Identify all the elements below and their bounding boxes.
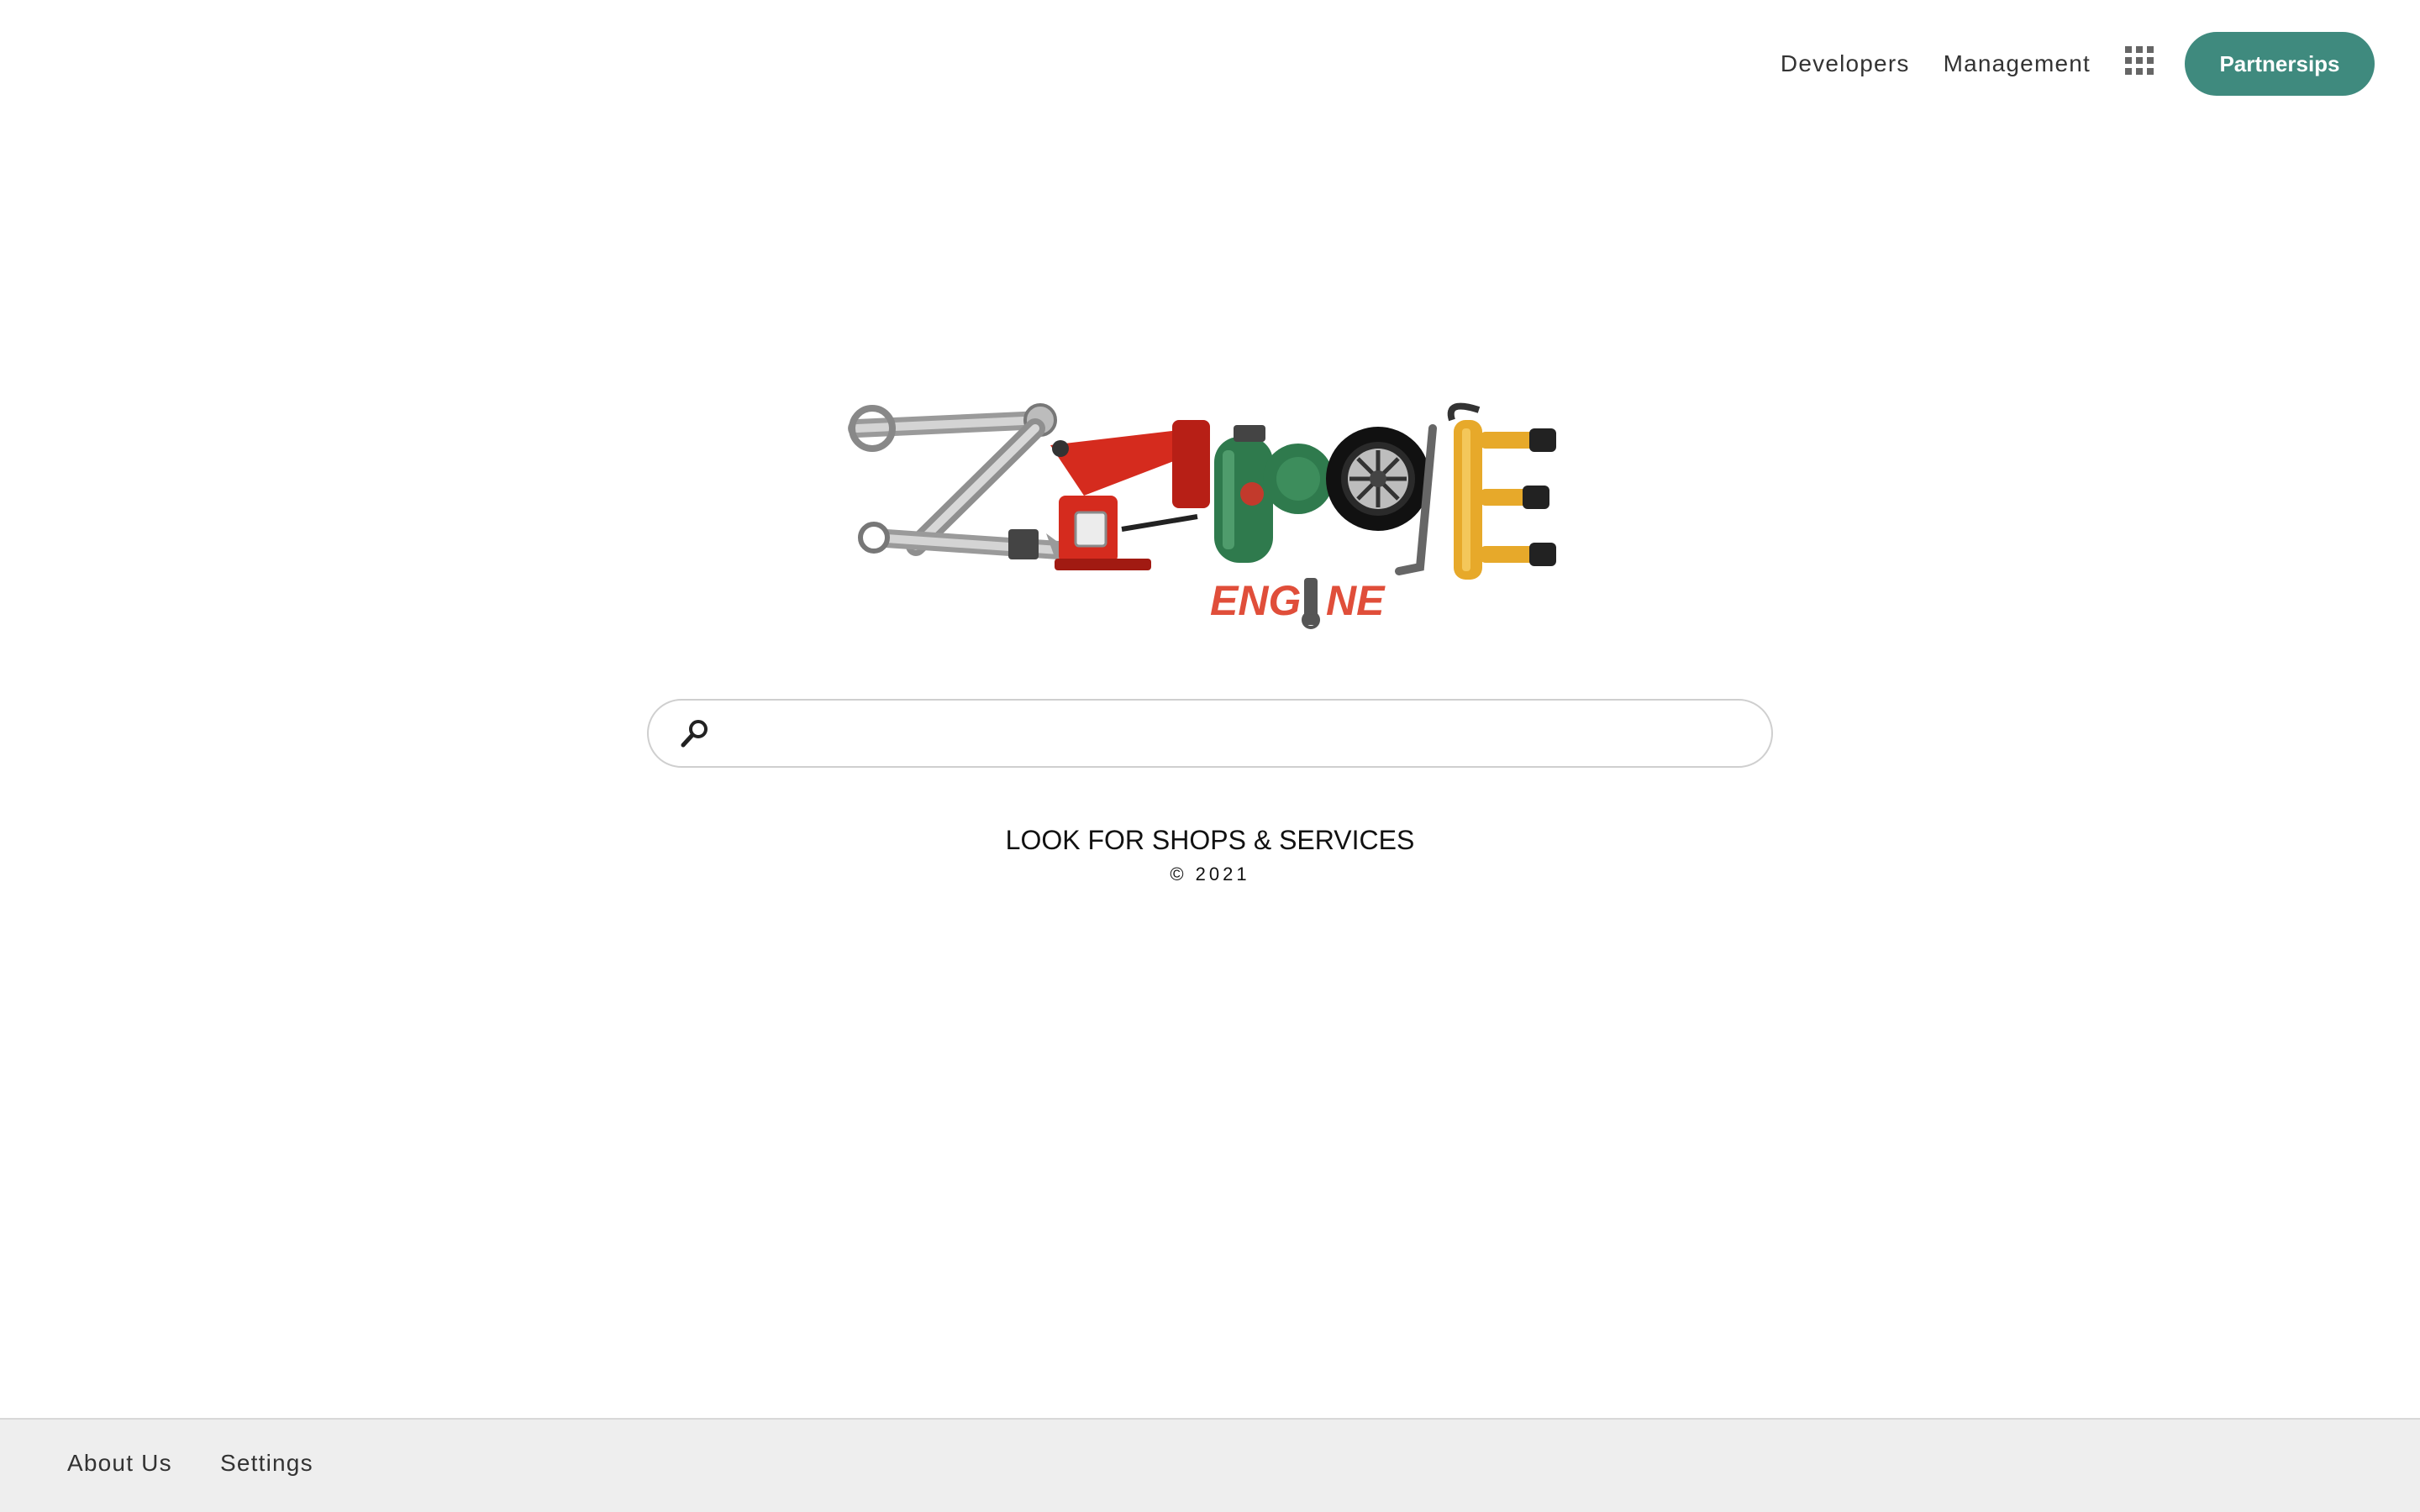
logo-letter-p-tire	[1326, 424, 1437, 575]
search-icon	[681, 720, 708, 748]
logo-letter-e-tools	[1447, 402, 1556, 580]
tagline: LOOK FOR SHOPS & SERVICES	[1005, 825, 1415, 855]
footer-link-settings[interactable]: Settings	[220, 1450, 313, 1477]
copyright: © 2021	[1170, 864, 1250, 885]
zappe-engine-logo: ENG NE	[848, 402, 1556, 629]
footer: About Us Settings	[0, 1418, 2420, 1512]
apps-grid-icon[interactable]	[2124, 45, 2154, 76]
page: Developers Management Partnersips ENG NE…	[0, 0, 2420, 1512]
search-input[interactable]	[729, 709, 1741, 759]
svg-text:NE: NE	[1326, 577, 1386, 624]
search-bar[interactable]	[647, 699, 1773, 768]
logo-engine-text: ENG	[1210, 577, 1301, 624]
header-nav: Developers Management Partnersips	[1781, 32, 2375, 96]
partnerships-button[interactable]: Partnersips	[2185, 32, 2375, 96]
logo-letter-z-wrenches	[848, 403, 1071, 569]
logo-letter-p-compressor	[1214, 425, 1334, 563]
logo-piston-icon	[1304, 578, 1318, 625]
nav-link-management[interactable]: Management	[1944, 50, 2091, 77]
nav-link-developers[interactable]: Developers	[1781, 50, 1910, 77]
footer-link-about-us[interactable]: About Us	[67, 1450, 172, 1477]
logo-letter-a-jack	[1050, 420, 1210, 570]
